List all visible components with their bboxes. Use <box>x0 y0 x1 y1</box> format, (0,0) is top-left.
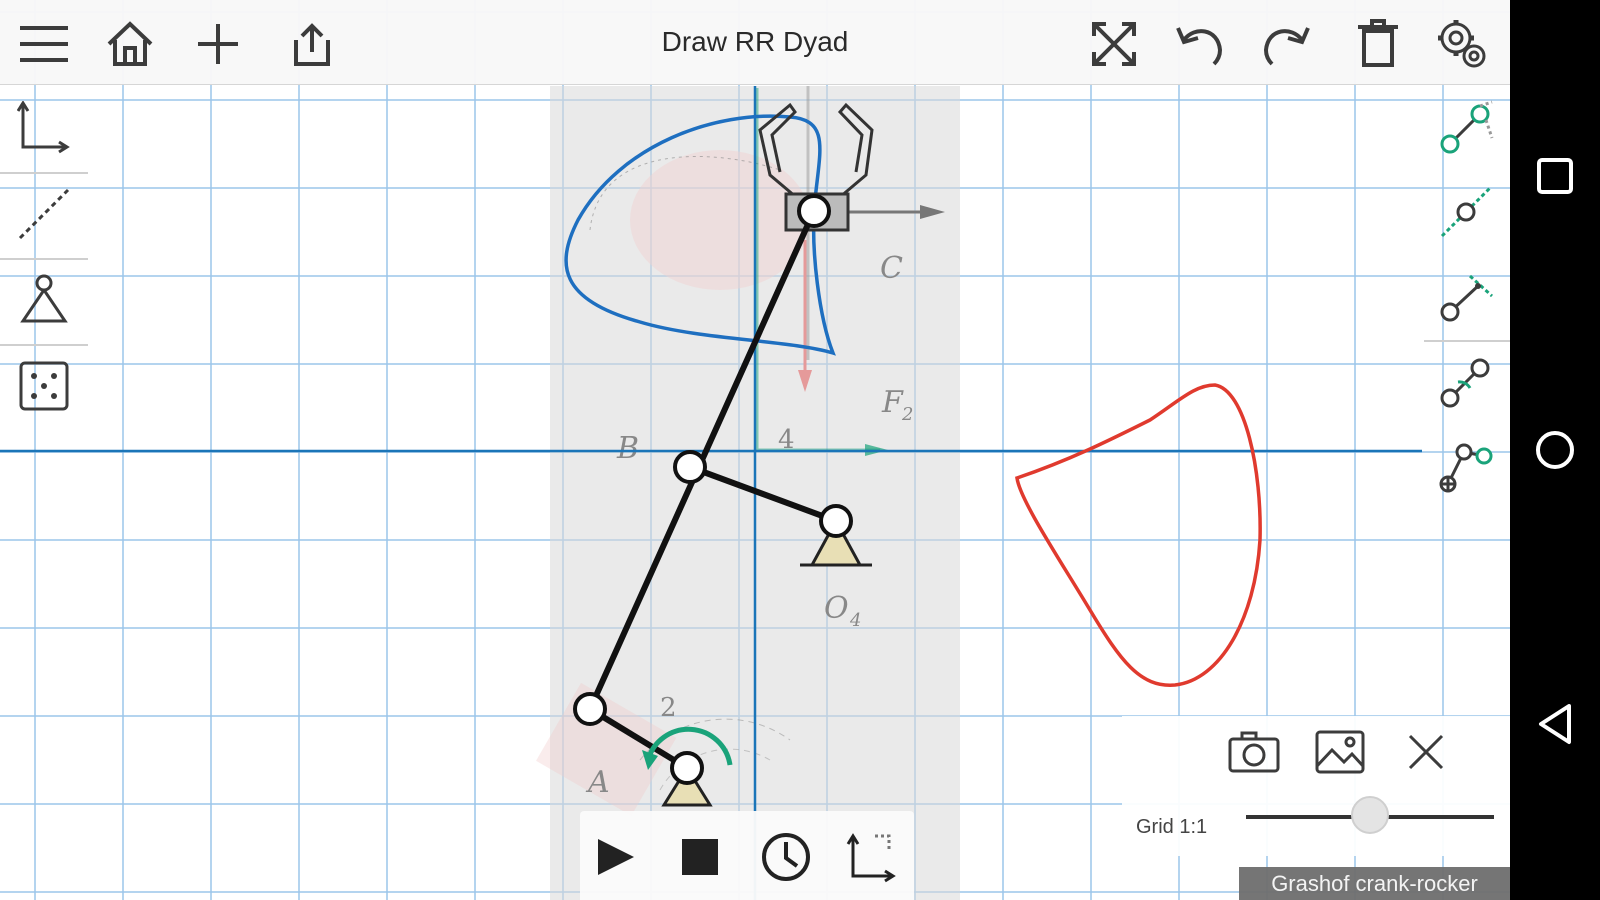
add-button[interactable] <box>188 14 248 74</box>
status-badge: Grashof crank-rocker <box>1239 867 1510 900</box>
back-icon <box>1539 704 1571 744</box>
slider-joint-tool-icon <box>1440 186 1492 238</box>
stop-button[interactable] <box>668 825 732 889</box>
fit-screen-button[interactable] <box>1084 14 1144 74</box>
redo-button[interactable] <box>1256 14 1316 74</box>
delete-icon <box>1358 19 1398 67</box>
points-tool-icon <box>19 361 69 411</box>
home-circle-icon <box>1536 431 1574 469</box>
ground-pivot-tool-icon <box>20 274 68 323</box>
image-icon <box>1315 730 1365 774</box>
recents-icon <box>1537 158 1573 194</box>
share-icon <box>294 23 330 66</box>
camera-button[interactable] <box>1222 722 1286 782</box>
grid-scale-slider[interactable] <box>1246 794 1496 840</box>
stop-icon <box>682 839 718 875</box>
playback-bar <box>580 811 914 900</box>
rotate-link-tool-button[interactable] <box>1428 256 1504 336</box>
dyad-tool-icon <box>1440 100 1494 154</box>
slider-joint-tool-button[interactable] <box>1428 172 1504 252</box>
axes-tool-icon <box>17 101 70 154</box>
camera-icon <box>1228 731 1280 773</box>
points-tool-button[interactable] <box>4 346 84 426</box>
rotate-link-tool-icon <box>1440 274 1494 322</box>
image-button[interactable] <box>1308 722 1372 782</box>
home-nav-button[interactable] <box>1525 420 1585 480</box>
timer-button[interactable] <box>754 825 818 889</box>
input-link-tool-icon <box>1440 358 1490 408</box>
share-button[interactable] <box>282 14 342 74</box>
slider-thumb[interactable] <box>1351 796 1389 834</box>
settings-icon <box>1438 20 1486 68</box>
add-icon <box>198 24 238 64</box>
dashed-line-tool-icon <box>18 188 70 240</box>
dyad-tool-button[interactable] <box>1428 88 1504 168</box>
home-icon <box>107 21 153 66</box>
undo-button[interactable] <box>1170 14 1230 74</box>
home-button[interactable] <box>100 14 160 74</box>
grid-panel: Grid 1:1 <box>1122 716 1510 856</box>
settings-button[interactable] <box>1432 14 1492 74</box>
top-toolbar: Draw RR Dyad <box>0 0 1510 85</box>
menu-icon <box>20 26 68 62</box>
menu-button[interactable] <box>14 14 74 74</box>
dashed-line-tool-button[interactable] <box>4 174 84 254</box>
page-title: Draw RR Dyad <box>661 26 849 57</box>
fit-screen-icon <box>1092 22 1136 66</box>
axes-button[interactable] <box>840 825 904 889</box>
back-button[interactable] <box>1525 694 1585 754</box>
input-link-tool-button[interactable] <box>1428 342 1504 422</box>
delete-button[interactable] <box>1348 14 1408 74</box>
grid-scale-label: Grid 1:1 <box>1136 816 1208 838</box>
axes-icon <box>846 833 896 883</box>
ground-pivot-tool-button[interactable] <box>4 260 84 340</box>
android-nav-bar <box>1510 0 1600 900</box>
close-button[interactable] <box>1394 722 1458 782</box>
recents-button[interactable] <box>1525 146 1585 206</box>
close-icon <box>1408 734 1444 770</box>
timer-icon <box>762 833 810 881</box>
redo-icon <box>1263 27 1310 66</box>
axes-tool-button[interactable] <box>4 88 84 168</box>
coupler-link-tool-icon <box>1439 443 1493 493</box>
undo-icon <box>1176 27 1223 66</box>
canvas[interactable]: C F 2 B 4 O 4 2 A Draw RR Dyad Grid 1:1 … <box>0 0 1510 900</box>
play-icon <box>598 839 634 875</box>
play-button[interactable] <box>582 825 646 889</box>
coupler-link-tool-button[interactable] <box>1428 426 1504 506</box>
